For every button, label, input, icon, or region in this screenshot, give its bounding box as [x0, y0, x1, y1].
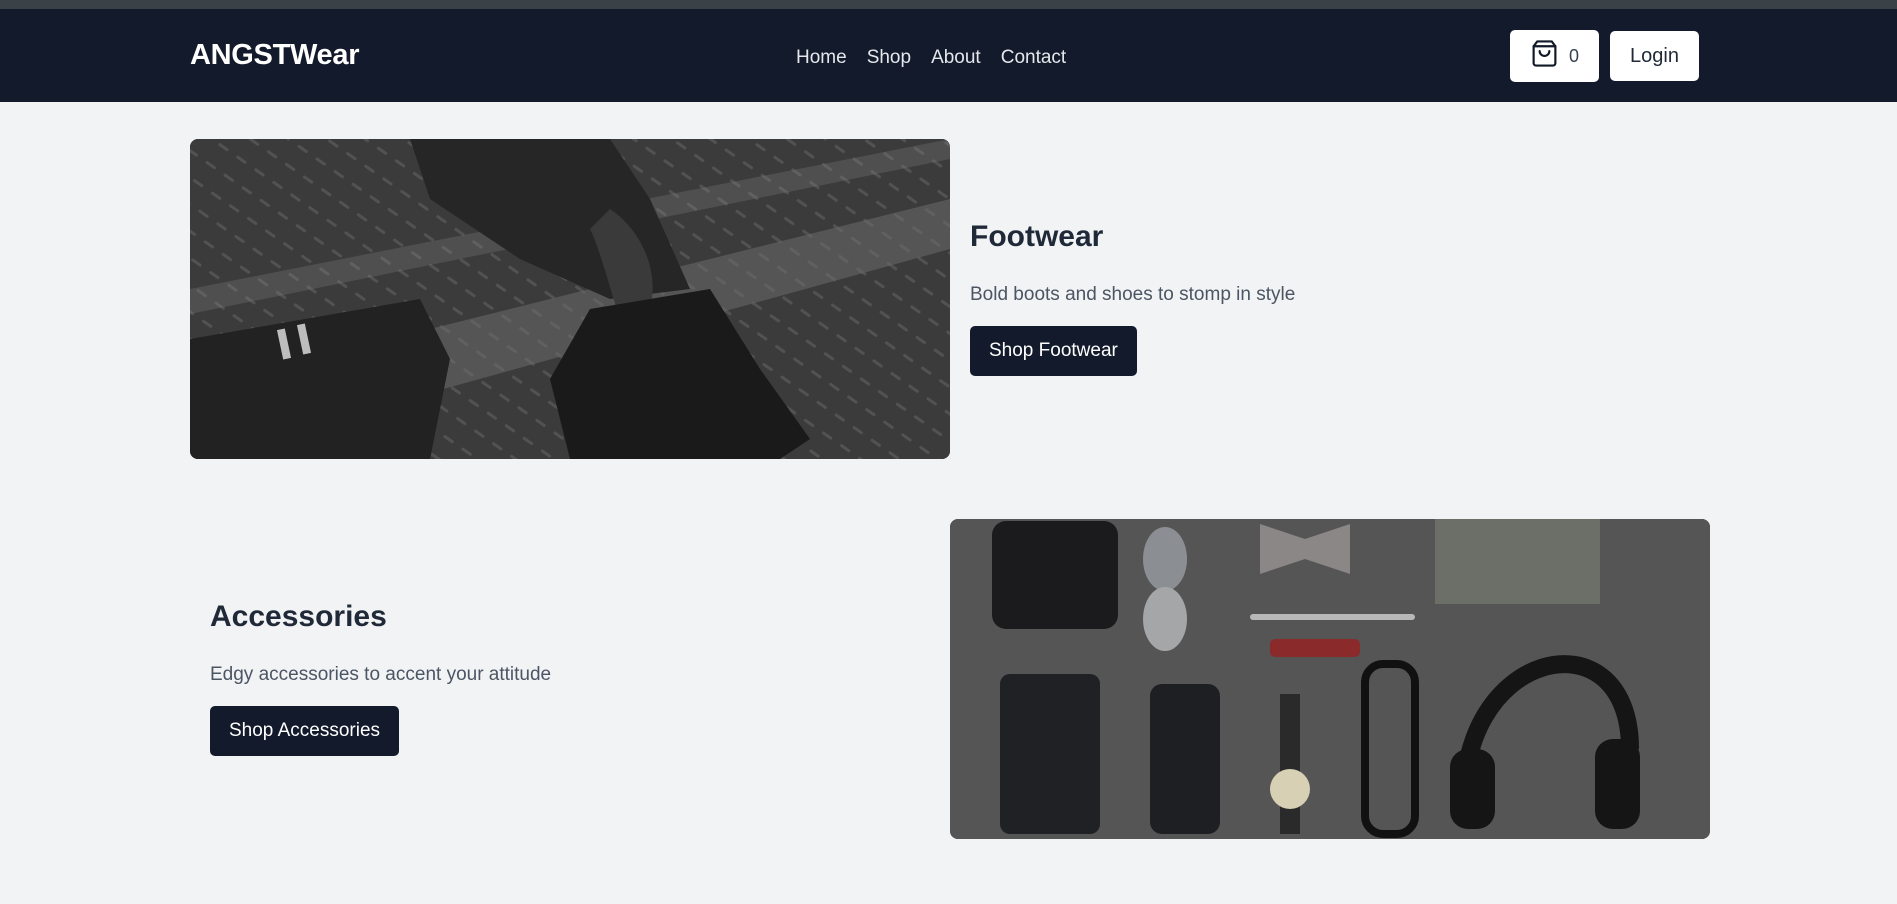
login-button[interactable]: Login — [1610, 31, 1699, 81]
top-strip — [0, 0, 1897, 9]
footwear-section: Footwear Bold boots and shoes to stomp i… — [970, 220, 1295, 376]
brand-logo[interactable]: ANGSTWear — [190, 39, 360, 72]
accessories-description: Edgy accessories to accent your attitude — [210, 664, 552, 685]
nav-link-home[interactable]: Home — [796, 47, 847, 69]
nav-link-contact[interactable]: Contact — [1001, 47, 1066, 69]
accessories-title: Accessories — [210, 600, 387, 633]
footwear-image — [190, 139, 950, 459]
shop-accessories-button[interactable]: Shop Accessories — [210, 706, 400, 756]
shop-footwear-button[interactable]: Shop Footwear — [970, 326, 1137, 376]
nav-link-about[interactable]: About — [931, 47, 981, 69]
main-nav: Home Shop About Contact — [796, 47, 1066, 69]
nav-link-shop[interactable]: Shop — [867, 47, 911, 69]
footwear-title: Footwear — [970, 220, 1104, 253]
accessories-image — [950, 519, 1710, 839]
footwear-description: Bold boots and shoes to stomp in style — [970, 284, 1296, 305]
accessories-section: Accessories Edgy accessories to accent y… — [210, 600, 551, 756]
cart-count: 0 — [1568, 45, 1579, 66]
cart-button[interactable]: 0 — [1510, 30, 1599, 82]
navbar: ANGSTWear Home Shop About Contact 0 Logi… — [0, 9, 1897, 102]
shopping-bag-icon — [1530, 39, 1559, 73]
